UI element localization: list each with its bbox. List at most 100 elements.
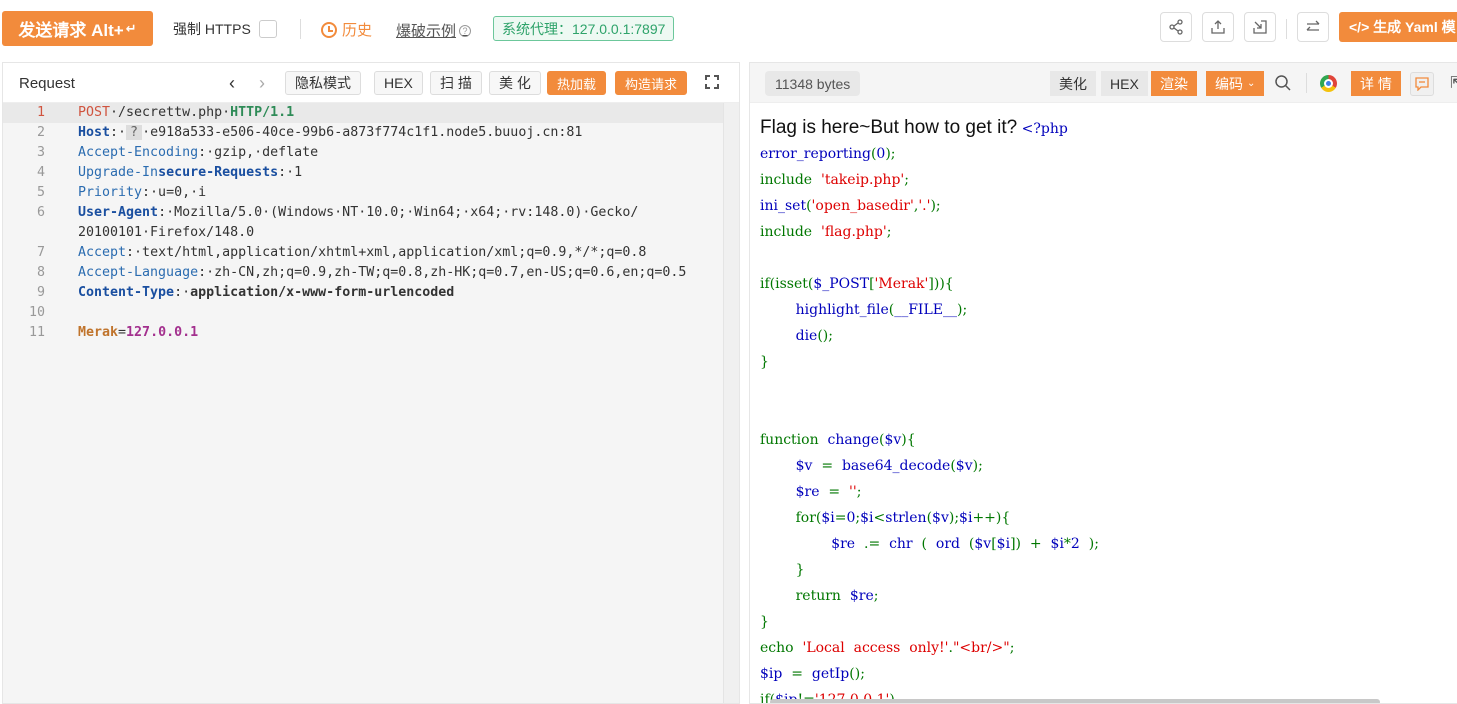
response-line: echo 'Local access only!'."<br/>"; bbox=[760, 640, 1015, 656]
line-number: 4 bbox=[36, 165, 45, 180]
import-button[interactable] bbox=[1244, 12, 1276, 42]
chevron-right-icon[interactable]: › bbox=[259, 73, 265, 94]
comment-icon[interactable] bbox=[1410, 72, 1434, 96]
line-number: 2 bbox=[36, 125, 45, 140]
line-number: 6 bbox=[36, 205, 45, 220]
line-number: 8 bbox=[36, 265, 45, 280]
hex-button[interactable]: HEX bbox=[1101, 71, 1148, 96]
history-label: 历史 bbox=[342, 22, 373, 39]
hex-button[interactable]: HEX bbox=[374, 71, 423, 95]
generate-yaml-button[interactable]: </> 生成 Yaml 模 bbox=[1339, 12, 1457, 42]
line-number: 1 bbox=[36, 105, 45, 120]
line-number: 10 bbox=[28, 305, 45, 320]
line-content: Host:·? ·e918a533-e506-40ce-99b6-a873f774… bbox=[78, 125, 583, 140]
response-line: error_reporting(0); bbox=[760, 146, 896, 162]
line-content: Upgrade-Insecure-Requests:·1 bbox=[78, 165, 303, 180]
line-number: 3 bbox=[36, 145, 45, 160]
request-line[interactable]: 6 User-Agent:·Mozilla/5.0·(Windows·NT·10.… bbox=[3, 203, 723, 223]
chevron-down-icon: ⌄ bbox=[1247, 78, 1256, 89]
response-line: die(); bbox=[795, 328, 833, 344]
request-scrollbar[interactable] bbox=[723, 103, 739, 703]
request-line[interactable]: 5 Priority:·u=0,·i bbox=[3, 183, 723, 203]
top-toolbar: 发送请求 Alt+ ↵ 强制 HTTPS 历史 爆破示例 ? 系统代理：127.… bbox=[0, 0, 1457, 58]
import-icon bbox=[1253, 20, 1267, 34]
request-line[interactable]: 2 Host:·? ·e918a533-e506-40ce-99b6-a873f77… bbox=[3, 123, 723, 143]
line-number: 11 bbox=[28, 325, 45, 340]
response-line: include 'takeip.php'; bbox=[760, 172, 909, 188]
response-line bbox=[760, 401, 1099, 427]
line-content: Merak=127.0.0.1 bbox=[78, 325, 199, 340]
request-line[interactable]: 9 Content-Type:·application/x-www-form-ur… bbox=[3, 283, 723, 303]
clock-icon bbox=[321, 21, 337, 38]
response-line bbox=[760, 245, 1099, 271]
history-button[interactable]: 历史 bbox=[321, 19, 372, 40]
render-button[interactable]: 渲染 bbox=[1151, 71, 1197, 96]
line-content: Accept:·text/html,application/xhtml+xml,… bbox=[78, 245, 647, 260]
beautify-button[interactable]: 美 化 bbox=[489, 71, 541, 95]
response-line: highlight_file(__FILE__); bbox=[795, 302, 968, 318]
response-line: include 'flag.php'; bbox=[760, 224, 892, 240]
send-request-button[interactable]: 发送请求 Alt+ ↵ bbox=[2, 11, 153, 46]
encoding-label: 编码 bbox=[1215, 75, 1243, 92]
line-content: Priority:·u=0,·i bbox=[78, 185, 207, 200]
response-line: $re .= chr ( ord ($v[$i]) + $i*2 ); bbox=[831, 536, 1099, 552]
response-panel: 11348 bytes 美化 HEX 渲染 编码 ⌄ 详 情 ⇱ Flag is… bbox=[749, 62, 1457, 704]
scan-button[interactable]: 扫 描 bbox=[430, 71, 482, 95]
encoding-dropdown[interactable]: 编码 ⌄ bbox=[1206, 71, 1265, 96]
response-line: } bbox=[760, 354, 769, 370]
request-line[interactable]: 8 Accept-Language:·zh-CN,zh;q=0.9,zh-TW;q… bbox=[3, 263, 723, 283]
line-content: POST·/secrettw.php·HTTP/1.1 bbox=[78, 105, 295, 120]
brute-example-link[interactable]: 爆破示例 ? bbox=[396, 20, 472, 41]
export-button[interactable] bbox=[1202, 12, 1234, 42]
response-line: if(isset($_POST['Merak'])){ bbox=[760, 276, 954, 292]
divider bbox=[300, 19, 301, 39]
divider bbox=[1286, 19, 1287, 39]
request-line[interactable]: 4 Upgrade-Insecure-Requests:·1 bbox=[3, 163, 723, 183]
share-button[interactable] bbox=[1160, 12, 1192, 42]
swap-button[interactable] bbox=[1297, 12, 1329, 42]
force-https-label: 强制 HTTPS bbox=[173, 21, 251, 37]
share-icon bbox=[1169, 19, 1183, 35]
request-panel-header: Request ‹ › 隐私模式 HEX 扫 描 美 化 热加载 构造请求 bbox=[3, 63, 739, 103]
expand-icon[interactable]: ⇱ bbox=[1450, 73, 1457, 93]
response-size-badge: 11348 bytes bbox=[765, 71, 861, 96]
enter-icon: ↵ bbox=[125, 20, 137, 36]
response-panel-header: 11348 bytes 美化 HEX 渲染 编码 ⌄ 详 情 ⇱ bbox=[750, 63, 1457, 103]
response-line: $v = base64_decode($v); bbox=[795, 458, 983, 474]
response-line: function change($v){ bbox=[760, 432, 916, 448]
build-request-button[interactable]: 构造请求 bbox=[615, 71, 688, 95]
response-horizontal-scrollbar[interactable] bbox=[770, 699, 1380, 703]
beautify-button[interactable]: 美化 bbox=[1050, 71, 1096, 96]
request-line[interactable]: 1 POST·/secrettw.php·HTTP/1.1 bbox=[3, 103, 723, 123]
chrome-icon[interactable] bbox=[1320, 75, 1337, 92]
response-line bbox=[760, 375, 1099, 401]
request-line[interactable]: 11 Merak=127.0.0.1 bbox=[3, 323, 723, 343]
system-proxy-badge[interactable]: 系统代理：127.0.0.1:7897 bbox=[493, 16, 675, 41]
upload-icon bbox=[1211, 20, 1225, 34]
line-content: Accept-Encoding:·gzip,·deflate bbox=[78, 145, 319, 160]
response-line: return $re; bbox=[760, 588, 879, 604]
chevron-left-icon[interactable]: ‹ bbox=[229, 73, 235, 94]
request-line[interactable]: 7 Accept:·text/html,application/xhtml+xml… bbox=[3, 243, 723, 263]
help-icon: ? bbox=[459, 24, 472, 37]
request-line[interactable]: 10 bbox=[3, 303, 723, 323]
details-button[interactable]: 详 情 bbox=[1351, 71, 1401, 96]
force-https-checkbox[interactable] bbox=[258, 20, 277, 38]
hot-load-button[interactable]: 热加载 bbox=[547, 71, 607, 95]
send-request-label: 发送请求 Alt+ bbox=[18, 21, 124, 40]
search-icon[interactable] bbox=[1274, 74, 1292, 95]
response-body[interactable]: Flag is here~But how to get it? <?php err… bbox=[760, 115, 1099, 703]
response-line: ini_set('open_basedir','.'); bbox=[760, 198, 941, 214]
divider bbox=[1306, 73, 1307, 93]
response-line: } bbox=[760, 614, 769, 630]
response-line: $ip = getIp(); bbox=[760, 666, 865, 682]
swap-icon bbox=[1306, 20, 1320, 31]
system-proxy-label: 系统代理：127.0.0.1:7897 bbox=[502, 20, 666, 37]
line-content: Content-Type:·application/x-www-form-url… bbox=[78, 285, 455, 300]
force-https-option: 强制 HTTPS bbox=[173, 19, 277, 39]
request-editor[interactable]: 1 POST·/secrettw.php·HTTP/1.1 2 Host:·? ·e91… bbox=[3, 103, 723, 703]
request-line[interactable]: 20100101·Firefox/148.0 bbox=[3, 223, 723, 243]
request-line[interactable]: 3 Accept-Encoding:·gzip,·deflate bbox=[3, 143, 723, 163]
privacy-mode-button[interactable]: 隐私模式 bbox=[285, 71, 361, 95]
expand-icon[interactable] bbox=[705, 75, 719, 89]
